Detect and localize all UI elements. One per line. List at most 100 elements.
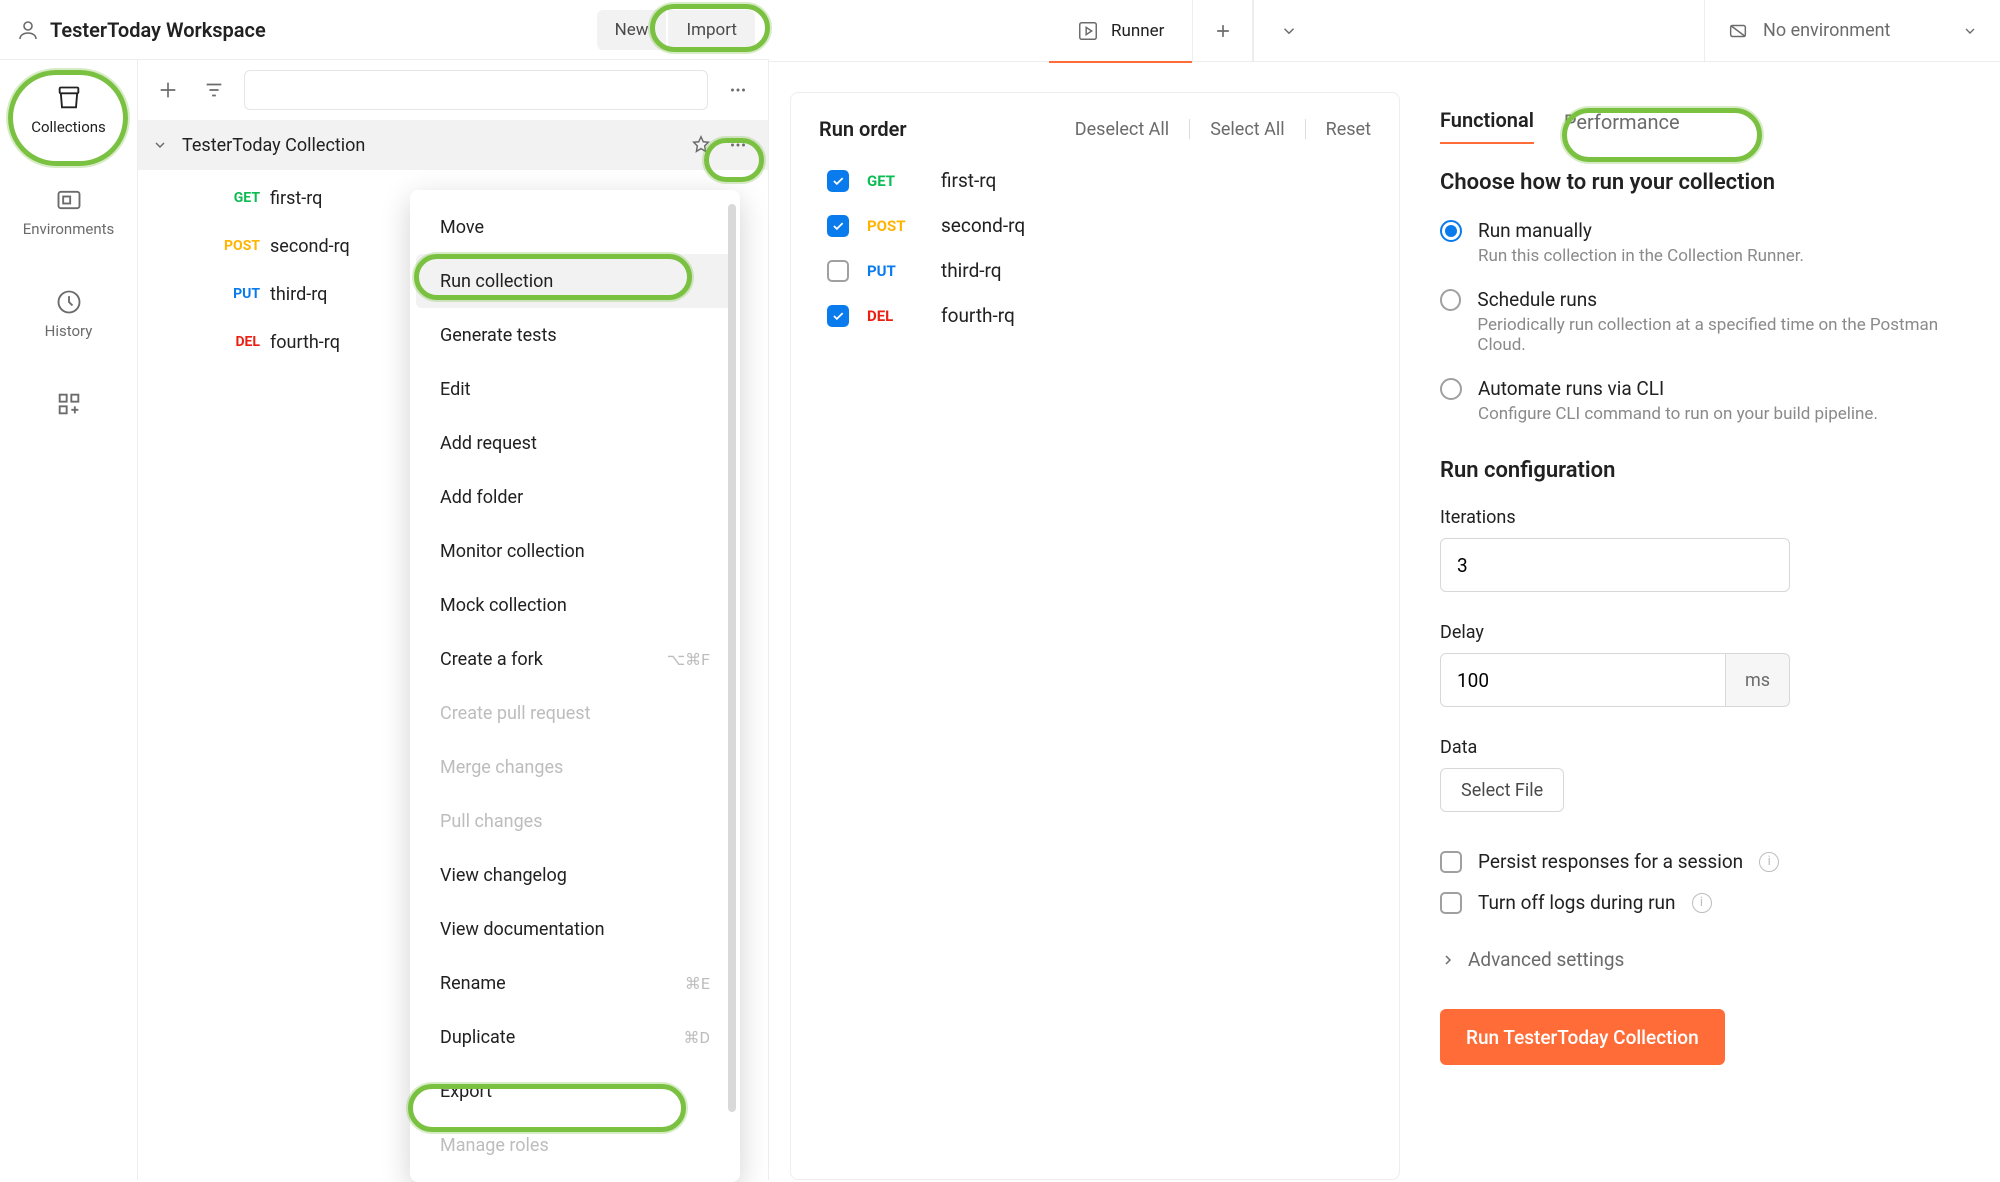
option-desc: Configure CLI command to run on your bui…: [1478, 404, 1878, 424]
choose-title: Choose how to run your collection: [1440, 170, 1974, 195]
run-order-title: Run order: [819, 117, 907, 141]
tab-add[interactable]: [1193, 0, 1253, 62]
collection-header[interactable]: TesterToday Collection: [138, 120, 768, 170]
collection-more-button[interactable]: [722, 129, 754, 161]
star-icon[interactable]: [690, 134, 712, 156]
option-desc: Periodically run collection at a specifi…: [1477, 315, 1974, 355]
seg-functional[interactable]: Functional: [1440, 108, 1534, 144]
dots-icon: [727, 134, 749, 156]
add-button[interactable]: [152, 74, 184, 106]
iterations-input[interactable]: [1440, 538, 1790, 592]
collection-name: TesterToday Collection: [182, 135, 365, 156]
environment-selector[interactable]: No environment: [1704, 0, 2000, 62]
ctx-create-fork[interactable]: Create a fork⌥⌘F: [416, 632, 734, 686]
run-order-row[interactable]: PUT third-rq: [827, 259, 1363, 282]
tab-runner-label: Runner: [1111, 21, 1164, 41]
run-cfg-title: Run configuration: [1440, 458, 1974, 483]
deselect-all[interactable]: Deselect All: [1075, 119, 1169, 140]
scrollbar[interactable]: [728, 204, 736, 1112]
data-label: Data: [1440, 737, 1974, 758]
history-icon: [55, 288, 83, 316]
delay-unit: ms: [1726, 653, 1790, 707]
run-collection-button[interactable]: Run TesterToday Collection: [1440, 1009, 1725, 1065]
ctx-run-collection[interactable]: Run collection: [416, 254, 734, 308]
request-name: first-rq: [941, 169, 996, 192]
option-title: Automate runs via CLI: [1478, 377, 1878, 400]
plus-icon: [157, 79, 179, 101]
grid-plus-icon: [55, 390, 83, 418]
environments-icon: [55, 186, 83, 214]
seg-performance[interactable]: Performance: [1564, 110, 1680, 144]
rail-collections[interactable]: Collections: [0, 78, 137, 142]
ctx-rename[interactable]: Rename⌘E: [416, 956, 734, 1010]
ctx-move[interactable]: Move: [416, 200, 734, 254]
info-icon[interactable]: i: [1692, 893, 1712, 913]
method-badge: DEL: [867, 307, 923, 325]
run-mode-option[interactable]: Run manuallyRun this collection in the C…: [1440, 219, 1974, 266]
method-badge: POST: [208, 238, 260, 254]
method-badge: PUT: [208, 286, 260, 302]
info-icon[interactable]: i: [1759, 852, 1779, 872]
ctx-pull-changes: Pull changes: [416, 794, 734, 848]
ctx-add-folder[interactable]: Add folder: [416, 470, 734, 524]
tab-bar: Runner No environment: [769, 0, 2000, 62]
radio-dot[interactable]: [1440, 220, 1462, 242]
persist-label: Persist responses for a session: [1478, 850, 1743, 873]
ctx-mock-collection[interactable]: Mock collection: [416, 578, 734, 632]
ctx-monitor-collection[interactable]: Monitor collection: [416, 524, 734, 578]
radio-dot[interactable]: [1440, 378, 1462, 400]
rail-more[interactable]: [0, 384, 137, 424]
import-button[interactable]: Import: [668, 10, 755, 50]
row-checkbox[interactable]: [827, 305, 849, 327]
new-button[interactable]: New: [597, 10, 667, 50]
select-all[interactable]: Select All: [1210, 119, 1284, 140]
radio-dot[interactable]: [1440, 289, 1461, 311]
run-order-panel: Run order Deselect All Select All Reset …: [790, 92, 1400, 1180]
persist-checkbox[interactable]: [1440, 851, 1462, 873]
workspace-header: TesterToday Workspace New Import: [0, 0, 769, 60]
rail-environments[interactable]: Environments: [0, 180, 137, 244]
ctx-merge-changes: Merge changes: [416, 740, 734, 794]
request-name: first-rq: [270, 188, 322, 209]
chevron-down-icon: [1962, 23, 1978, 39]
run-mode-option[interactable]: Automate runs via CLI Configure CLI comma…: [1440, 377, 1974, 424]
delay-input[interactable]: [1440, 653, 1726, 707]
run-order-row[interactable]: GETfirst-rq: [827, 169, 1363, 192]
ctx-export[interactable]: Export: [416, 1064, 734, 1118]
iterations-label: Iterations: [1440, 507, 1974, 528]
method-badge: PUT: [867, 262, 923, 280]
chevron-right-icon: [1440, 952, 1456, 968]
select-file-button[interactable]: Select File: [1440, 768, 1564, 812]
left-rail: Collections Environments History: [0, 60, 138, 1180]
reset[interactable]: Reset: [1326, 119, 1371, 140]
run-config-panel: Functional Performance Choose how to run…: [1440, 92, 1974, 1180]
request-name: third-rq: [941, 259, 1002, 282]
collection-context-menu: Move Run collection Generate tests Edit …: [410, 190, 740, 1182]
rail-environments-label: Environments: [23, 220, 115, 238]
tab-chevron[interactable]: [1253, 0, 1323, 62]
row-checkbox[interactable]: [827, 170, 849, 192]
filter-icon: [203, 79, 225, 101]
ctx-view-documentation[interactable]: View documentation: [416, 902, 734, 956]
ctx-create-pr: Create pull request: [416, 686, 734, 740]
run-mode-option[interactable]: Schedule runs Periodically run collection…: [1440, 288, 1974, 355]
ctx-manage-roles: Manage roles: [416, 1118, 734, 1172]
rail-history[interactable]: History: [0, 282, 137, 346]
ctx-generate-tests[interactable]: Generate tests: [416, 308, 734, 362]
filter-button[interactable]: [198, 74, 230, 106]
ctx-add-request[interactable]: Add request: [416, 416, 734, 470]
ctx-view-changelog[interactable]: View changelog: [416, 848, 734, 902]
run-order-row[interactable]: POSTsecond-rq: [827, 214, 1363, 237]
sidebar-more-button[interactable]: [722, 74, 754, 106]
option-title: Schedule runs: [1477, 288, 1974, 311]
advanced-settings[interactable]: Advanced settings: [1440, 948, 1974, 971]
workspace-name[interactable]: TesterToday Workspace: [50, 18, 266, 42]
turnoff-checkbox[interactable]: [1440, 892, 1462, 914]
ctx-edit[interactable]: Edit: [416, 362, 734, 416]
search-input[interactable]: [244, 70, 708, 110]
row-checkbox[interactable]: [827, 260, 849, 282]
row-checkbox[interactable]: [827, 215, 849, 237]
ctx-duplicate[interactable]: Duplicate⌘D: [416, 1010, 734, 1064]
tab-runner[interactable]: Runner: [1049, 0, 1193, 62]
run-order-row[interactable]: DELfourth-rq: [827, 304, 1363, 327]
